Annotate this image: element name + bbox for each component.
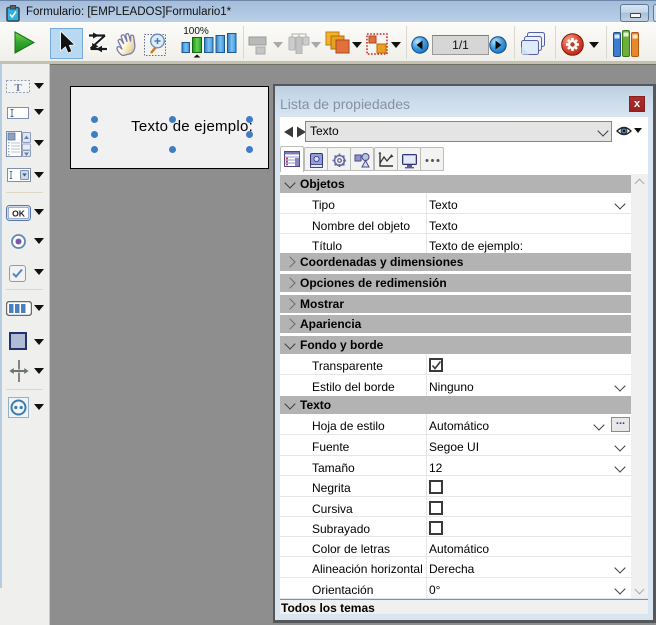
svg-text:T: T bbox=[14, 82, 22, 93]
svg-text:OK: OK bbox=[12, 209, 26, 219]
